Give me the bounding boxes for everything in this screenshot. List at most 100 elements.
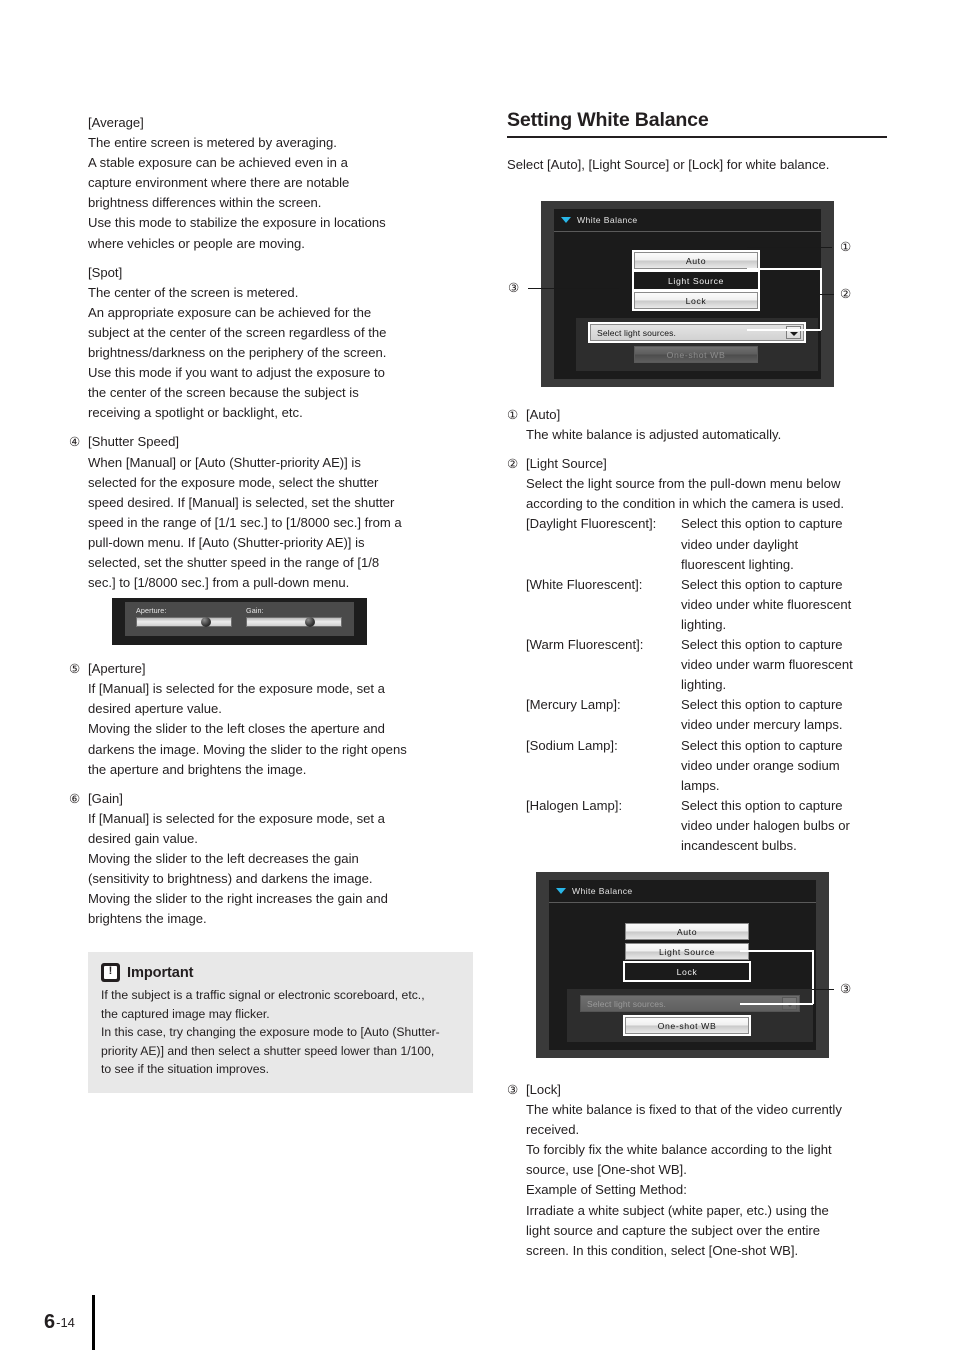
shutter-speed-line-4: pull-down menu. If [Auto (Shutter-priori… (88, 534, 365, 550)
lock-line-2: To forcibly fix the white balance accord… (526, 1142, 832, 1158)
option-desc-line: video under white fluorescent (681, 596, 852, 612)
gain-line-2: Moving the slider to the left decreases … (88, 851, 359, 866)
wb1-leader-line-3 (528, 288, 619, 290)
left-column: [Average] The entire screen is metered b… (69, 113, 473, 929)
average-line-0: The entire screen is metered by averagin… (88, 135, 337, 151)
wb1-leader-bracket-2-bot (747, 329, 821, 331)
shutter-speed-line-2: speed desired. If [Manual] is selected, … (88, 494, 395, 510)
aperture-marker: ⑤ (69, 662, 81, 677)
average-line-1: A stable exposure can be achieved even i… (88, 155, 348, 171)
auto-line-0: The white balance is adjusted automatica… (526, 427, 782, 443)
light-source-label: [Light Source] (526, 456, 607, 472)
aperture-line-1: desired aperture value. (88, 701, 222, 717)
option-desc-line: fluorescent lighting. (681, 556, 794, 572)
average-line-3: brightness differences within the screen… (88, 195, 322, 211)
gain-block: ⑥ [Gain] If [Manual] is selected for the… (69, 789, 473, 930)
wb2-light-source-button[interactable]: Light Source (625, 943, 749, 960)
wb2-title: White Balance (572, 886, 633, 896)
option-term-daylight-fluorescent: [Daylight Fluorescent]: (526, 516, 657, 532)
wb1-body: White Balance Auto Light Source Lock Sel… (554, 209, 821, 379)
aperture-gain-panel: Aperture: Gain: (125, 602, 354, 636)
important-title: Important (127, 964, 194, 981)
aperture-slider-knob[interactable] (200, 617, 211, 627)
important-line-4: to see if the situation improves. (101, 1062, 270, 1077)
footer-rule (92, 1295, 96, 1350)
auto-marker: ① (507, 408, 519, 422)
page-title: Setting White Balance (507, 108, 887, 138)
option-desc-line: video under warm fluorescent (681, 657, 853, 673)
right-column-body: ① [Auto] The white balance is adjusted a… (507, 405, 892, 856)
option-row-warm-fluorescent: [Warm Fluorescent]: Select this option t… (526, 635, 892, 695)
light-source-line-1: according to the condition in which the … (526, 496, 845, 512)
average-label: [Average] (88, 115, 144, 130)
wb2-oneshot-wb-button[interactable]: One-shot WB (625, 1017, 749, 1034)
gain-slider-knob[interactable] (305, 617, 316, 627)
aperture-slider-track[interactable] (136, 617, 232, 627)
wb1-auto-button[interactable]: Auto (634, 252, 758, 269)
option-row-daylight-fluorescent: [Daylight Fluorescent]: Select this opti… (526, 514, 892, 574)
lock-label: [Lock] (526, 1082, 561, 1097)
gain-line-0: If [Manual] is selected for the exposure… (88, 810, 385, 826)
option-term-white-fluorescent: [White Fluorescent]: (526, 576, 643, 592)
page-footer: 6 -14 (44, 1312, 75, 1332)
option-desc-line: lighting. (681, 677, 727, 693)
wb2-titlebar: White Balance (549, 880, 816, 903)
option-desc-line: Select this option to capture (681, 637, 843, 653)
shutter-speed-line-1: selected for the exposure mode, select t… (88, 474, 379, 490)
spot-block: [Spot] The center of the screen is meter… (88, 263, 473, 424)
gain-marker: ⑥ (69, 791, 81, 806)
chevron-down-icon[interactable] (556, 888, 566, 894)
option-desc-warm-fluorescent: Select this option to capture video unde… (681, 635, 892, 695)
important-line-3: priority AE)] and then select a shutter … (101, 1043, 435, 1058)
option-desc-sodium-lamp: Select this option to capture video unde… (681, 736, 892, 796)
option-term-halogen-lamp: [Halogen Lamp]: (526, 797, 623, 813)
average-block: [Average] The entire screen is metered b… (88, 113, 473, 254)
option-desc-line: incandescent bulbs. (681, 837, 797, 853)
option-row-mercury-lamp: [Mercury Lamp]: Select this option to ca… (526, 695, 892, 735)
lock-marker: ③ (507, 1083, 519, 1097)
lock-line-0: The white balance is fixed to that of th… (526, 1102, 842, 1118)
spot-line-0: The center of the screen is metered. (88, 284, 299, 300)
important-line-2: In this case, try changing the exposure … (101, 1025, 440, 1040)
shutter-speed-line-6: sec.] to [1/8000 sec.] from a pull-down … (88, 575, 350, 591)
aperture-slider-label: Aperture: (136, 606, 167, 615)
option-desc-line: video under daylight (681, 536, 799, 552)
gain-slider-track[interactable] (246, 617, 342, 627)
wb1-callout-1: ① (840, 240, 852, 254)
chevron-down-icon[interactable] (561, 217, 571, 223)
shutter-speed-block: ④ [Shutter Speed] When [Manual] or [Auto… (69, 432, 473, 593)
wb1-light-source-dropdown[interactable]: Select light sources. (590, 324, 804, 341)
option-term-mercury-lamp: [Mercury Lamp]: (526, 697, 621, 713)
shutter-speed-label: [Shutter Speed] (88, 434, 179, 450)
lock-line-6: light source and capture the subject ove… (526, 1222, 821, 1238)
important-header: Important (101, 963, 460, 982)
wb1-content: Auto Light Source Lock Select light sour… (554, 232, 821, 378)
aperture-line-0: If [Manual] is selected for the exposure… (88, 681, 385, 697)
lock-line-5: Irradiate a white subject (white paper, … (526, 1202, 829, 1218)
option-desc-line: Select this option to capture (681, 797, 843, 813)
aperture-label: [Aperture] (88, 661, 146, 677)
shutter-speed-marker: ④ (69, 435, 81, 450)
option-desc-line: Select this option to capture (681, 516, 843, 532)
option-term-warm-fluorescent: [Warm Fluorescent]: (526, 637, 644, 653)
wb1-light-source-button[interactable]: Light Source (634, 272, 758, 289)
option-desc-line: video under halogen bulbs or (681, 817, 850, 833)
option-desc-line: lighting. (681, 616, 727, 632)
document-page: [Average] The entire screen is metered b… (0, 0, 954, 1350)
option-row-white-fluorescent: [White Fluorescent]: Select this option … (526, 575, 892, 635)
option-desc-mercury-lamp: Select this option to capture video unde… (681, 695, 892, 735)
shutter-speed-line-3: speed in the range of [1/1 sec.] to [1/8… (88, 514, 402, 530)
important-callout-box: Important If the subject is a traffic si… (88, 952, 473, 1093)
wb2-lock-button[interactable]: Lock (625, 963, 749, 980)
white-balance-dialog-2: White Balance Auto Light Source Lock Sel… (536, 872, 829, 1058)
wb1-title: White Balance (577, 215, 638, 225)
gain-slider-group: Gain: (246, 606, 342, 636)
wb2-auto-button[interactable]: Auto (625, 923, 749, 940)
wb1-lock-button[interactable]: Lock (634, 292, 758, 309)
spot-label: [Spot] (88, 264, 123, 280)
wb2-leader-bracket-top (740, 950, 813, 952)
spot-line-6: receiving a spotlight or backlight, etc. (88, 405, 303, 421)
important-line-1: the captured image may flicker. (101, 1006, 270, 1021)
right-column: Setting White Balance Select [Auto], [Li… (507, 108, 887, 175)
dropdown-arrow-icon[interactable] (786, 326, 801, 339)
